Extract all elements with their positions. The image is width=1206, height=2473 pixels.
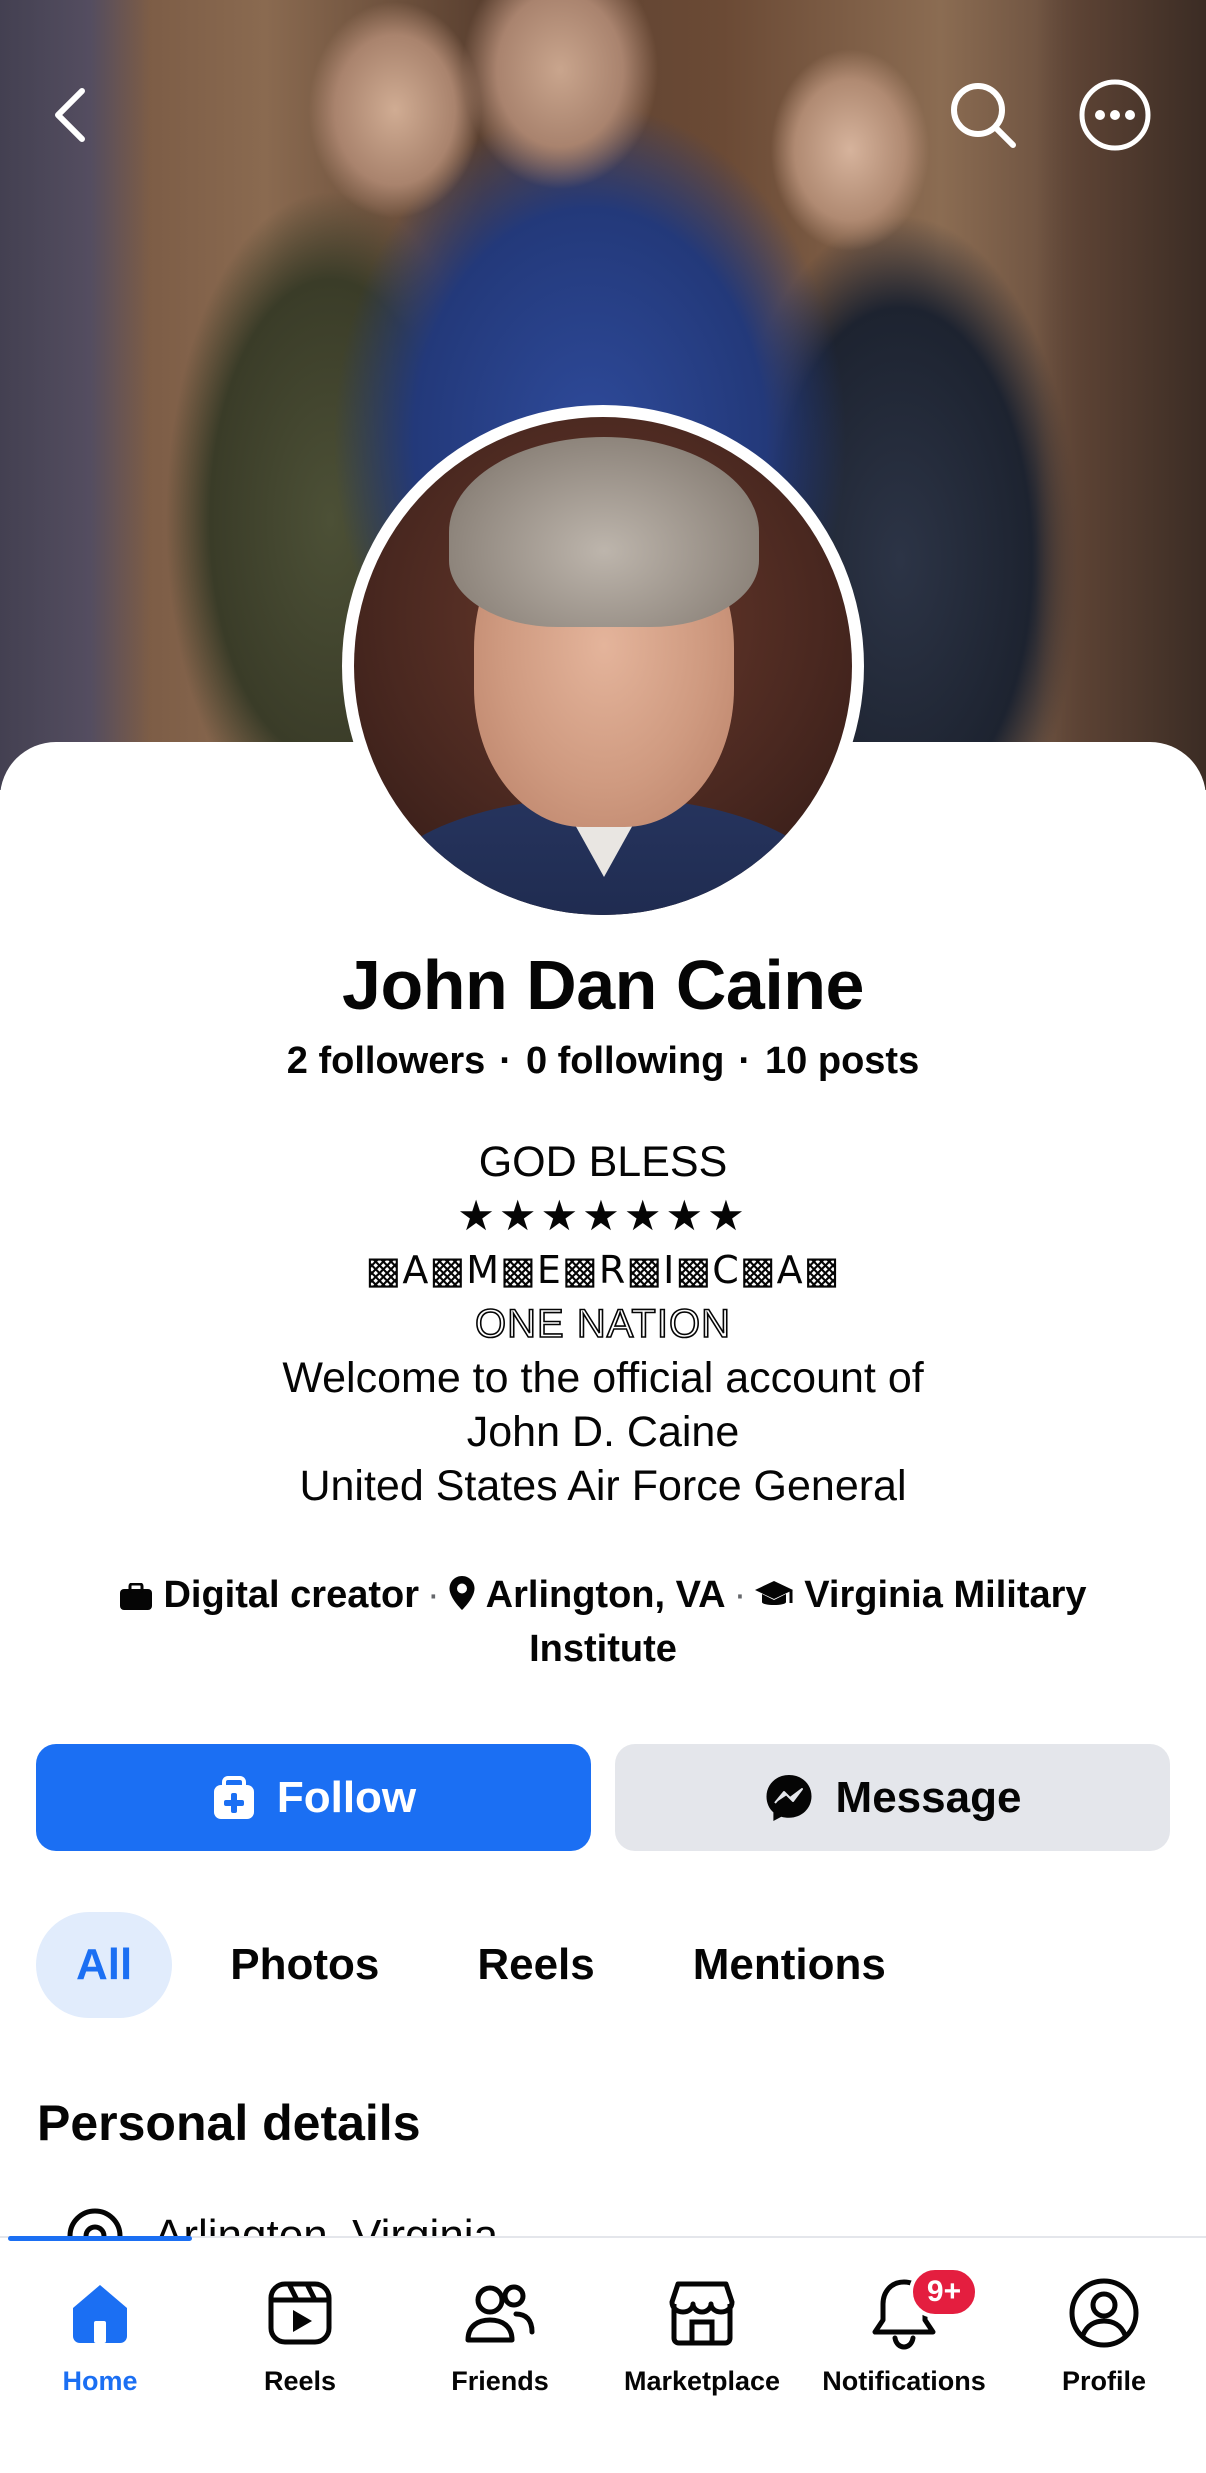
home-icon: [73, 2285, 127, 2343]
add-friend-icon: [213, 1775, 254, 1819]
search-icon: [951, 83, 1016, 148]
profile-stats: 2 followers · 0 following · 10 posts: [0, 1040, 1206, 1083]
bottom-nav: Home Reels Friends Marketplace 9+ Notifi…: [0, 2236, 1206, 2473]
follow-button[interactable]: Follow: [36, 1744, 591, 1851]
nav-marketplace-label: Marketplace: [623, 2366, 781, 2396]
tab-all[interactable]: All: [36, 1912, 173, 2018]
stats-separator: ·: [499, 1040, 512, 1082]
marketplace-icon: [669, 2281, 735, 2346]
nav-friends[interactable]: Friends: [400, 2268, 600, 2418]
profile-name: John Dan Caine: [342, 946, 864, 1024]
nav-profile[interactable]: Profile: [1004, 2268, 1204, 2418]
bio-stars: ★★★★★★★: [457, 1191, 749, 1240]
reels-icon: [268, 2281, 332, 2345]
nav-notifications-label: Notifications: [822, 2366, 986, 2396]
follow-label: Follow: [276, 1772, 417, 1822]
more-options-button[interactable]: [1076, 76, 1154, 154]
profile-bio: GOD BLESS ★★★★★★★ ▩A▩M▩E▩R▩I▩C▩A▩ ONE NA…: [160, 1135, 1046, 1513]
back-button[interactable]: [40, 80, 100, 150]
nav-active-indicator: [8, 2236, 192, 2241]
profile-tabs: All Photos Reels Mentions: [36, 1912, 944, 2018]
notifications-badge: 9+: [909, 2266, 979, 2318]
bio-line: ONE NATION: [474, 1301, 731, 1347]
bio-line: United States Air Force General: [299, 1462, 907, 1510]
nav-marketplace[interactable]: Marketplace: [602, 2268, 802, 2418]
followers-count[interactable]: 2 followers: [287, 1040, 486, 1082]
nav-friends-label: Friends: [451, 2366, 549, 2396]
info-separator: ·: [427, 1574, 440, 1616]
info-separator: ·: [733, 1574, 747, 1616]
friends-icon: [465, 2284, 535, 2343]
nav-home[interactable]: Home: [0, 2268, 200, 2418]
tab-photos[interactable]: Photos: [190, 1912, 419, 2018]
personal-details-title: Personal details: [37, 2095, 421, 2151]
profile-avatar[interactable]: [342, 405, 864, 927]
posts-count[interactable]: 10 posts: [765, 1040, 919, 1082]
graduation-cap-icon: [754, 1574, 794, 1624]
nav-reels[interactable]: Reels: [200, 2268, 400, 2418]
nav-profile-label: Profile: [1061, 2366, 1147, 2396]
profile-icon: [1069, 2278, 1139, 2348]
more-options-icon: [1079, 79, 1151, 151]
nav-notifications[interactable]: 9+ Notifications: [804, 2266, 1004, 2418]
bio-line: Welcome to the official account of: [282, 1354, 924, 1402]
tab-reels[interactable]: Reels: [437, 1912, 634, 2018]
bio-line: GOD BLESS: [478, 1138, 728, 1186]
chevron-left-icon: [55, 88, 85, 142]
briefcase-icon: [119, 1574, 153, 1624]
message-label: Message: [835, 1772, 1022, 1822]
messenger-icon: [766, 1774, 812, 1821]
location-pin-icon: [448, 1574, 476, 1624]
avatar-photo: [354, 417, 852, 915]
message-button[interactable]: Message: [615, 1744, 1170, 1851]
search-button[interactable]: [944, 76, 1022, 154]
profile-info: Digital creator · Arlington, VA · Virginia…: [70, 1570, 1136, 1674]
category-label: Digital creator: [163, 1574, 419, 1616]
nav-home-label: Home: [62, 2366, 138, 2396]
nav-reels-label: Reels: [263, 2366, 337, 2396]
location-label: Arlington, VA: [485, 1574, 726, 1616]
bio-line: John D. Caine: [466, 1408, 740, 1456]
tab-mentions[interactable]: Mentions: [653, 1912, 926, 2018]
bio-line: ▩A▩M▩E▩R▩I▩C▩A▩: [365, 1248, 841, 1292]
stats-separator: ·: [738, 1040, 752, 1082]
following-count[interactable]: 0 following: [526, 1040, 724, 1082]
